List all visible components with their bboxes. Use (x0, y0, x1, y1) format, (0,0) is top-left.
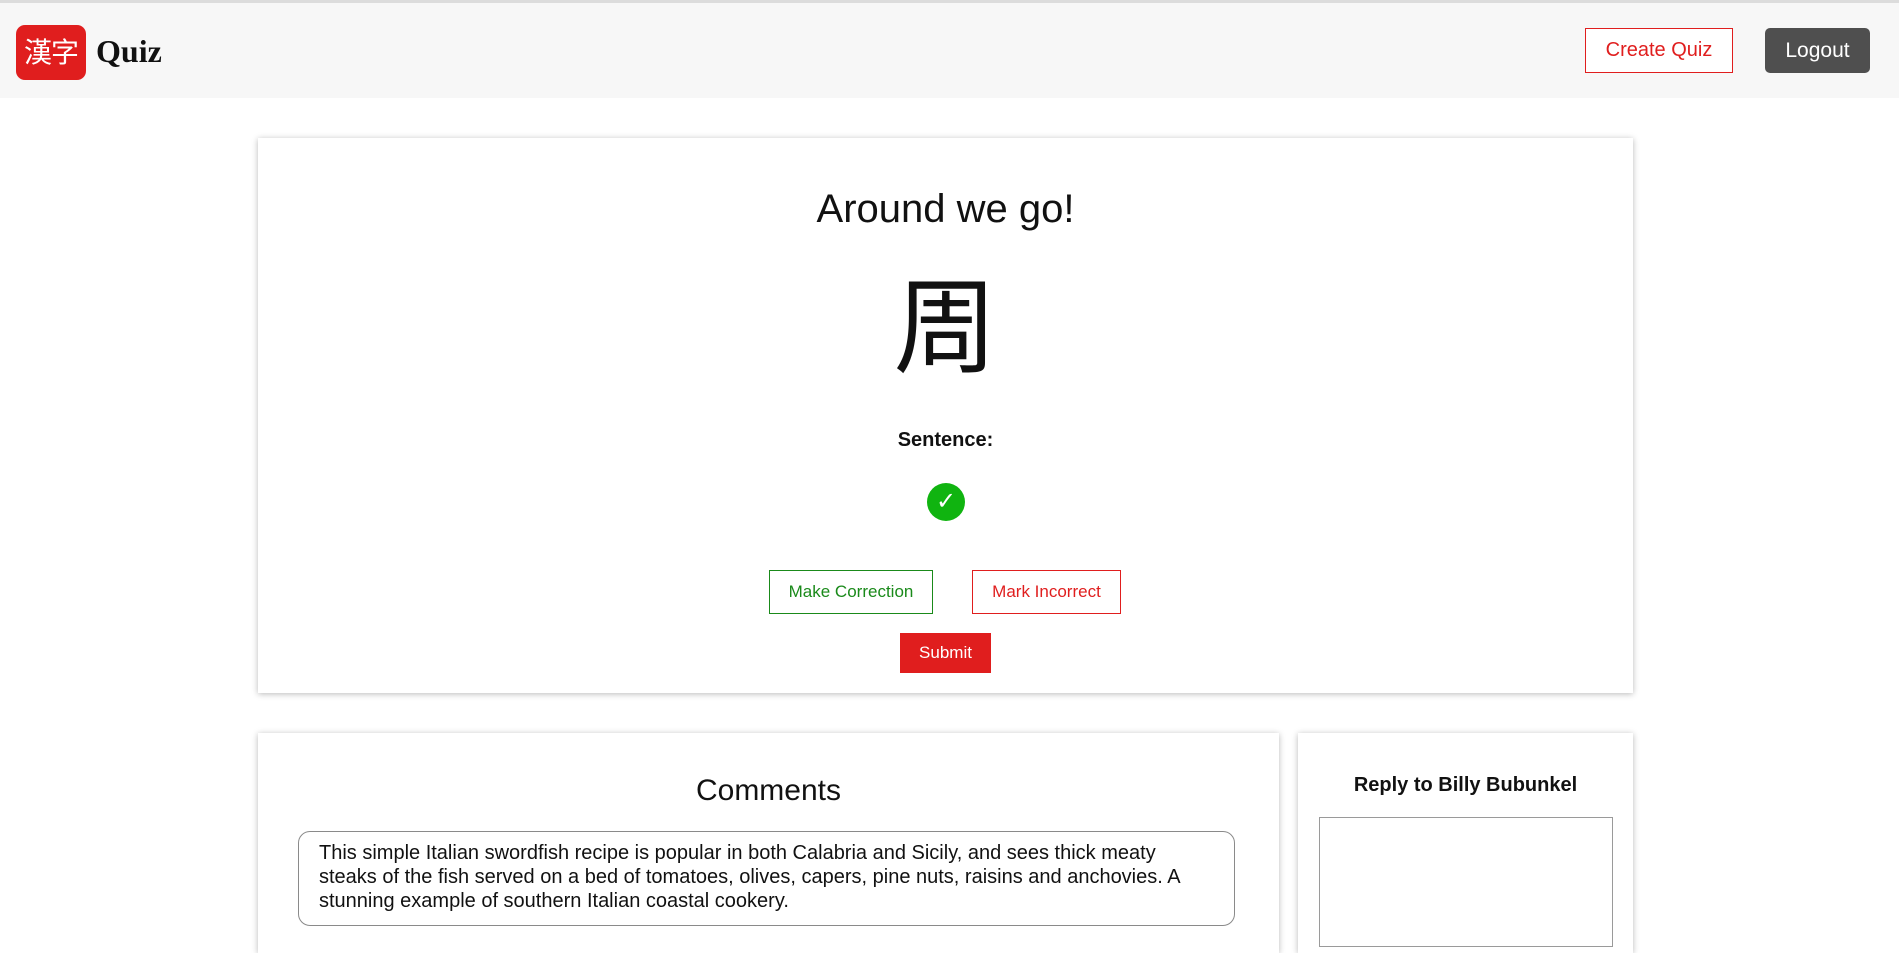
reply-title: Reply to Billy Bubunkel (1353, 774, 1578, 796)
logo-text[interactable]: Quiz (96, 31, 162, 71)
comments-title: Comments (695, 774, 842, 807)
sentence-label: Sentence: (897, 429, 994, 451)
logo-badge[interactable]: 漢字 (16, 25, 86, 80)
navbar: 漢字 Quiz Create Quiz Logout (0, 3, 1899, 98)
checkmark-circle-icon: ✓ (927, 483, 965, 521)
quiz-card: Around we go! 周 Sentence: ✓ Make Correct… (258, 138, 1633, 693)
quiz-title: Around we go! (816, 187, 1075, 231)
comments-card: Comments This simple Italian swordfish r… (258, 733, 1279, 953)
comment-item[interactable]: This simple Italian swordfish recipe is … (298, 831, 1235, 926)
kanji-character: 周 (893, 267, 998, 389)
create-quiz-button[interactable]: Create Quiz (1585, 28, 1733, 73)
mark-incorrect-button[interactable]: Mark Incorrect (972, 570, 1121, 614)
submit-button[interactable]: Submit (900, 633, 991, 673)
make-correction-button[interactable]: Make Correction (769, 570, 933, 614)
reply-card: Reply to Billy Bubunkel (1298, 733, 1633, 953)
reply-textarea[interactable] (1319, 817, 1613, 947)
logout-button[interactable]: Logout (1765, 28, 1870, 73)
